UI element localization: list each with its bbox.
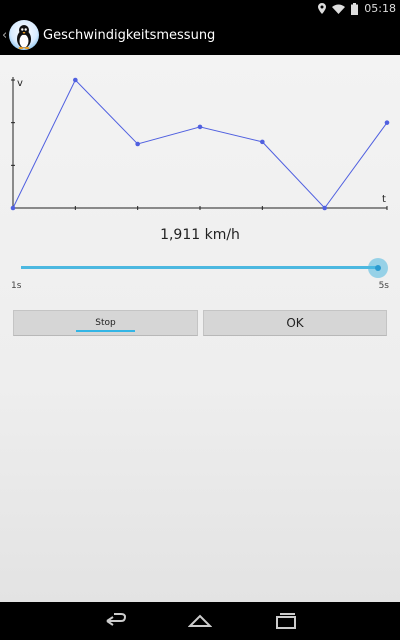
data-point xyxy=(135,141,140,147)
up-chevron-icon[interactable]: ‹ xyxy=(2,28,7,43)
main-content: v t 1,911 km/h 1s 5s Stop OK xyxy=(0,55,400,602)
stop-button-focus-underline xyxy=(76,330,135,332)
back-icon[interactable] xyxy=(104,611,128,631)
seekbar-track[interactable] xyxy=(21,266,379,269)
x-axis-label: t xyxy=(382,194,386,205)
data-point xyxy=(10,205,16,211)
seekbar-thumb[interactable] xyxy=(375,265,381,271)
seekbar-max-label: 5s xyxy=(378,281,389,291)
penguin-icon xyxy=(17,25,31,49)
data-point xyxy=(384,120,390,125)
ok-button-label: OK xyxy=(286,316,304,330)
status-time: 05:18 xyxy=(364,2,396,15)
data-point xyxy=(322,205,327,211)
home-icon[interactable] xyxy=(188,611,212,631)
stop-button[interactable]: Stop xyxy=(13,310,198,336)
recent-apps-icon[interactable] xyxy=(274,611,298,631)
status-bar: 05:18 xyxy=(0,0,400,17)
ok-button[interactable]: OK xyxy=(203,310,387,336)
y-axis-label: v xyxy=(17,78,23,89)
location-icon xyxy=(318,3,327,14)
stop-button-label: Stop xyxy=(95,318,116,328)
series-line xyxy=(12,79,388,209)
wifi-icon xyxy=(332,4,346,14)
status-icons: 05:18 xyxy=(318,0,396,17)
app-title: Geschwindigkeitsmessung xyxy=(43,28,216,43)
speed-readout: 1,911 km/h xyxy=(160,227,240,243)
navigation-bar xyxy=(0,602,400,640)
data-point xyxy=(197,124,203,130)
data-point xyxy=(260,139,265,145)
data-point xyxy=(73,77,78,83)
action-bar: ‹ Geschwindigkeitsmessung xyxy=(0,17,400,55)
battery-icon xyxy=(351,2,359,15)
app-icon[interactable] xyxy=(9,20,39,50)
speed-chart: v t xyxy=(10,77,390,211)
duration-seekbar[interactable] xyxy=(0,255,400,283)
seekbar-min-label: 1s xyxy=(11,281,22,291)
